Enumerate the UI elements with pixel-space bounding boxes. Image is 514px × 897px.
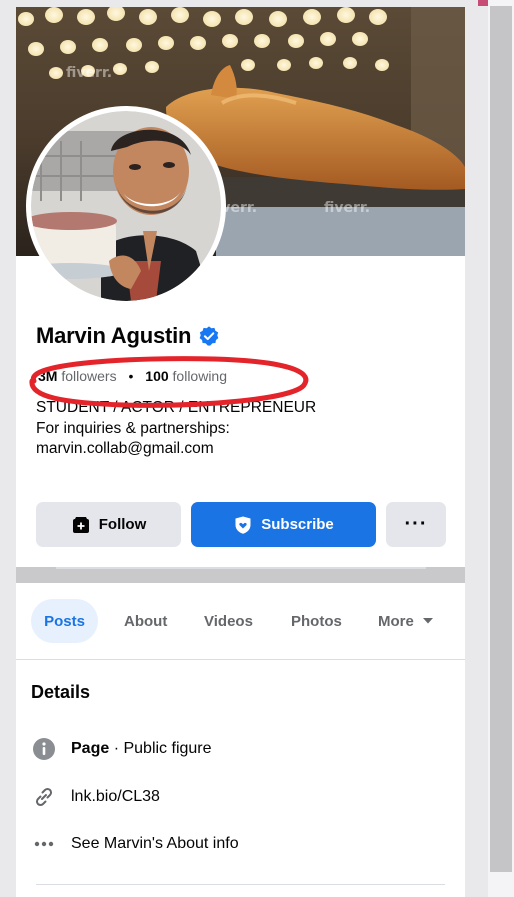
- follow-icon: [72, 516, 89, 533]
- chevron-down-icon: [422, 618, 433, 624]
- tab-photos[interactable]: Photos: [291, 599, 342, 643]
- scrollbar-track[interactable]: [490, 6, 512, 872]
- profile-name-row: Marvin Agustin: [36, 323, 220, 349]
- avatar-image: [31, 111, 221, 301]
- detail-about-info[interactable]: See Marvin's About info: [31, 831, 239, 857]
- profile-avatar[interactable]: [26, 106, 226, 306]
- subscribe-button-label: Subscribe: [261, 516, 334, 533]
- cover-watermark: fiverr.: [66, 65, 113, 81]
- section-divider-line: [56, 567, 426, 569]
- more-options-button[interactable]: ···: [386, 502, 446, 547]
- bio-line: marvin.collab@gmail.com: [36, 440, 214, 457]
- profile-name[interactable]: Marvin Agustin: [36, 323, 191, 349]
- tab-more-label: More: [378, 612, 414, 630]
- tabs-divider: [16, 659, 465, 660]
- follow-button[interactable]: Follow: [36, 502, 181, 547]
- profile-tabs: Posts About Videos Photos More: [16, 599, 465, 643]
- info-icon: [31, 736, 57, 762]
- tab-more[interactable]: More: [378, 599, 434, 643]
- verified-badge-icon: [199, 326, 219, 346]
- section-divider: [16, 567, 465, 583]
- follow-button-label: Follow: [98, 516, 147, 533]
- cover-watermark: fiverr.: [324, 200, 371, 216]
- profile-card: fiverr. fiverr. fiverr. Marvin Agustin 3…: [16, 7, 465, 897]
- dots-icon: [31, 831, 57, 857]
- bio-line: For inquiries & partnerships:: [36, 419, 230, 437]
- details-heading: Details: [31, 682, 91, 702]
- detail-page-label: Page: [71, 740, 110, 757]
- link-icon: [31, 784, 57, 810]
- annotation-ellipse: [29, 356, 309, 408]
- tab-about[interactable]: About: [124, 599, 167, 643]
- tab-posts[interactable]: Posts: [31, 599, 98, 643]
- website-link[interactable]: lnk.bio/CL38: [71, 788, 160, 806]
- detail-page-category: Page · Public figure: [31, 736, 212, 762]
- subscribe-shield-icon: [235, 516, 251, 534]
- tab-videos[interactable]: Videos: [204, 599, 253, 643]
- more-dots-icon: ···: [404, 513, 428, 535]
- subscribe-button[interactable]: Subscribe: [191, 502, 376, 547]
- about-info-link[interactable]: See Marvin's About info: [71, 835, 239, 853]
- detail-page-category-text: · Public figure: [109, 740, 212, 757]
- detail-website[interactable]: lnk.bio/CL38: [31, 784, 160, 810]
- screenshot: fiverr. fiverr. fiverr. Marvin Agustin 3…: [0, 0, 514, 897]
- bottom-divider: [36, 884, 445, 885]
